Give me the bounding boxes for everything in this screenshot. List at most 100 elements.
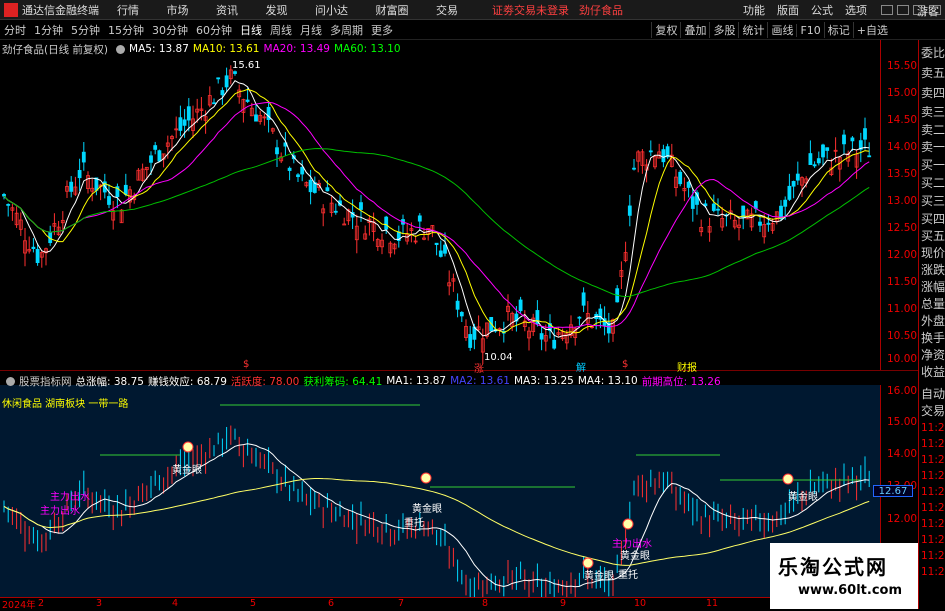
side-item[interactable]: 涨幅	[921, 278, 945, 295]
side-item[interactable]: 买四	[921, 210, 945, 227]
price-tick: 14.00	[887, 141, 918, 153]
side-item[interactable]: 买一	[921, 156, 945, 173]
moving-average-line	[3, 101, 870, 329]
side-item[interactable]: 收益	[921, 363, 945, 380]
menu-wealth[interactable]: 财富圈	[376, 4, 409, 17]
signal-label: 黄金眼	[172, 465, 202, 476]
tool-mark[interactable]: 标记	[823, 22, 853, 38]
menu-news[interactable]: 资讯	[216, 4, 238, 17]
candle-body	[325, 187, 330, 192]
candle-body	[816, 158, 821, 164]
side-item[interactable]: 涨跌	[921, 261, 945, 278]
side-item[interactable]: 卖三	[921, 103, 945, 120]
event-marker[interactable]: 涨	[474, 360, 484, 375]
menu-quotes[interactable]: 行情	[117, 4, 139, 17]
menu-layout[interactable]: 版面	[777, 2, 799, 18]
ma10-label: MA10: 13.61	[192, 43, 260, 55]
candle-body	[468, 334, 473, 348]
tab-5min[interactable]: 5分钟	[67, 22, 104, 38]
price-tick: 10.50	[887, 330, 918, 342]
gear-icon[interactable]	[6, 376, 15, 386]
tool-stats[interactable]: 统计	[738, 22, 767, 38]
tab-monthly[interactable]: 月线	[296, 22, 326, 38]
signal-marker	[782, 473, 794, 485]
ma5-label: MA5: 13.87	[129, 43, 189, 55]
candle-body	[359, 202, 363, 210]
side-time: 11:29	[921, 438, 945, 450]
indicator-tick: 12.00	[887, 513, 918, 525]
candle-body	[518, 299, 523, 312]
tool-draw[interactable]: 画线	[767, 22, 796, 38]
tool-adjust[interactable]: 复权	[651, 22, 680, 38]
signal-label: 黄金眼	[412, 504, 442, 515]
support-label: 重托	[404, 518, 424, 529]
side-item[interactable]: 外盘	[921, 312, 945, 329]
side-time: 11:29	[921, 534, 945, 546]
tool-add-watchlist[interactable]: +自选	[852, 22, 891, 38]
tab-30min[interactable]: 30分钟	[148, 22, 192, 38]
event-marker[interactable]: 财报	[677, 359, 697, 374]
candle-body	[157, 150, 162, 162]
side-item[interactable]: 卖一	[921, 138, 945, 155]
menu-discover[interactable]: 发现	[266, 4, 288, 17]
tab-15min[interactable]: 15分钟	[104, 22, 148, 38]
candle-body	[107, 196, 111, 205]
sector-text: 休闲食品 湖南板块 一带一路	[2, 399, 129, 410]
side-item[interactable]: 现价	[921, 244, 945, 261]
candle-body	[850, 137, 855, 142]
side-item[interactable]: 换手	[921, 329, 945, 346]
candle-body	[254, 114, 258, 122]
side-item[interactable]: 买三	[921, 192, 945, 209]
menu-formula[interactable]: 公式	[811, 2, 833, 18]
candle-body	[384, 216, 389, 230]
window-icon[interactable]	[881, 5, 893, 15]
candle-body	[632, 167, 636, 170]
indicator-total-rise: 总涨幅: 38.75	[75, 375, 144, 388]
tab-more[interactable]: 更多	[367, 22, 397, 38]
side-item[interactable]: 交易	[921, 402, 945, 419]
date-tick: 2	[38, 598, 45, 609]
side-item[interactable]: 总量	[921, 295, 945, 312]
date-tick: 3	[96, 598, 103, 609]
side-item[interactable]: 卖五	[921, 64, 945, 81]
candle-body	[716, 208, 720, 211]
event-marker[interactable]: $	[622, 359, 628, 370]
menu-trade[interactable]: 交易	[436, 4, 458, 17]
side-item[interactable]: 买五	[921, 227, 945, 244]
candle-body	[233, 71, 237, 74]
candle-body	[795, 173, 800, 181]
candle-body	[863, 128, 867, 140]
side-item[interactable]: 委比	[921, 44, 945, 61]
side-item[interactable]: 自动	[921, 385, 945, 402]
tool-f10[interactable]: F10	[796, 23, 823, 37]
tab-daily[interactable]: 日线	[236, 22, 266, 38]
tool-multi-stock[interactable]: 多股	[709, 22, 738, 38]
tab-weekly[interactable]: 周线	[266, 22, 296, 38]
event-marker[interactable]: $	[243, 359, 249, 370]
indicator-profit-chips: 获利筹码: 64.41	[303, 375, 383, 388]
candle-body	[216, 77, 221, 80]
candle-body	[627, 205, 632, 216]
candle-body	[2, 193, 6, 197]
candle-body	[867, 155, 872, 158]
guest-label[interactable]: 游客	[917, 3, 939, 19]
menu-function[interactable]: 功能	[743, 2, 765, 18]
tool-overlay[interactable]: 叠加	[680, 22, 709, 38]
side-item[interactable]: 卖二	[921, 121, 945, 138]
menu-market[interactable]: 市场	[167, 4, 189, 17]
side-item[interactable]: 卖四	[921, 84, 945, 101]
event-marker[interactable]: 解	[576, 359, 586, 374]
menu-options[interactable]: 选项	[845, 2, 867, 18]
gear-icon[interactable]	[116, 44, 126, 54]
minimize-icon[interactable]	[897, 5, 909, 15]
indicator-ma3: MA3: 13.25	[513, 375, 574, 387]
menu-ask[interactable]: 问小达	[315, 4, 348, 17]
tab-60min[interactable]: 60分钟	[192, 22, 236, 38]
tab-1min[interactable]: 1分钟	[30, 22, 67, 38]
tab-timeshare[interactable]: 分时	[0, 22, 30, 38]
tab-multi-period[interactable]: 多周期	[326, 22, 367, 38]
side-item[interactable]: 买二	[921, 174, 945, 191]
signal-marker	[182, 441, 194, 453]
side-item[interactable]: 净资	[921, 346, 945, 363]
current-price-tag: 12.67	[873, 485, 913, 497]
